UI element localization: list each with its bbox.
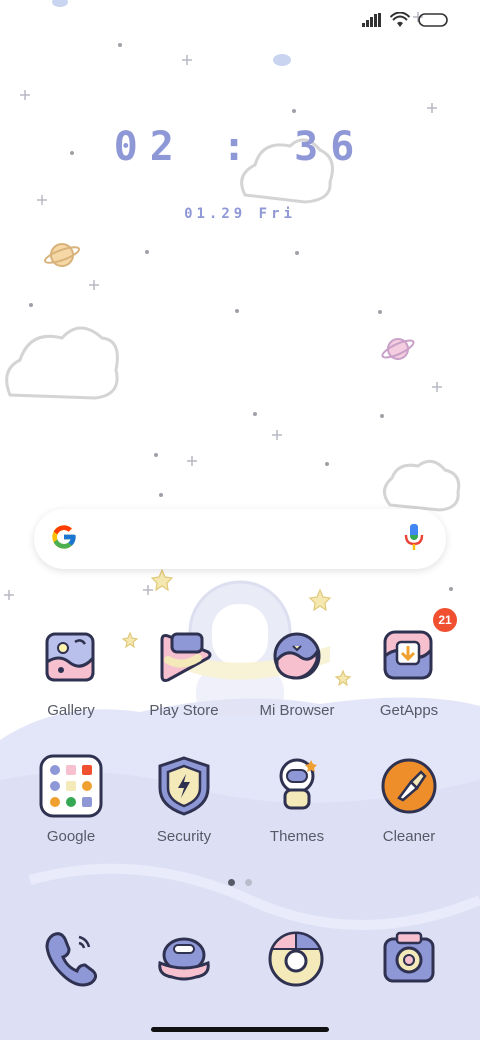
app-label: Play Store: [149, 702, 219, 719]
microphone-icon[interactable]: [404, 523, 424, 556]
home-indicator[interactable]: [151, 1027, 329, 1032]
planet-decoration: [43, 0, 415, 360]
google-g-icon: [50, 523, 78, 556]
security-shield-icon: [152, 754, 216, 818]
clock-time[interactable]: 02 : 36: [0, 124, 480, 170]
app-label: Google: [46, 828, 96, 845]
chrome-icon: [268, 931, 324, 987]
play-store-icon: [152, 628, 216, 692]
app-label: GetApps: [379, 702, 439, 719]
battery-icon: [418, 13, 450, 32]
themes-astronaut-icon: [265, 754, 329, 818]
dock-chrome[interactable]: [264, 927, 328, 991]
folder-google[interactable]: Google: [16, 754, 126, 845]
app-cleaner[interactable]: Cleaner: [354, 754, 464, 845]
wifi-icon: [389, 11, 411, 33]
google-search-bar[interactable]: [34, 509, 446, 569]
dock-camera[interactable]: [377, 927, 441, 991]
app-label: Mi Browser: [259, 702, 335, 719]
page-dot-active: [228, 879, 235, 886]
google-folder-icon: [39, 754, 103, 818]
app-label: Cleaner: [382, 828, 436, 845]
cleaner-brush-icon: [377, 754, 441, 818]
camera-icon: [383, 931, 435, 983]
app-label: Themes: [269, 828, 325, 845]
app-label: Gallery: [47, 702, 95, 719]
gallery-icon: [39, 628, 103, 692]
app-security[interactable]: Security: [129, 754, 239, 845]
dock-messages[interactable]: [152, 927, 216, 991]
phone-icon: [45, 932, 98, 987]
app-label: Security: [156, 828, 212, 845]
clock-date[interactable]: 01.29 Fri: [0, 206, 480, 222]
app-play-store[interactable]: Play Store: [129, 628, 239, 719]
getapps-icon: 21: [377, 608, 457, 692]
status-icons: [362, 11, 450, 33]
dock-phone[interactable]: [39, 927, 103, 991]
signal-bars-icon: [362, 13, 382, 32]
page-indicator: [0, 879, 480, 886]
app-mi-browser[interactable]: Mi Browser: [242, 628, 352, 719]
messages-icon: [158, 937, 210, 981]
app-getapps[interactable]: 21 GetApps: [354, 608, 464, 719]
notification-badge: 21: [433, 608, 457, 632]
status-bar: [0, 0, 480, 44]
page-dot: [245, 879, 252, 886]
app-gallery[interactable]: Gallery: [16, 628, 126, 719]
mi-browser-icon: [265, 628, 329, 692]
app-themes[interactable]: Themes: [242, 754, 352, 845]
